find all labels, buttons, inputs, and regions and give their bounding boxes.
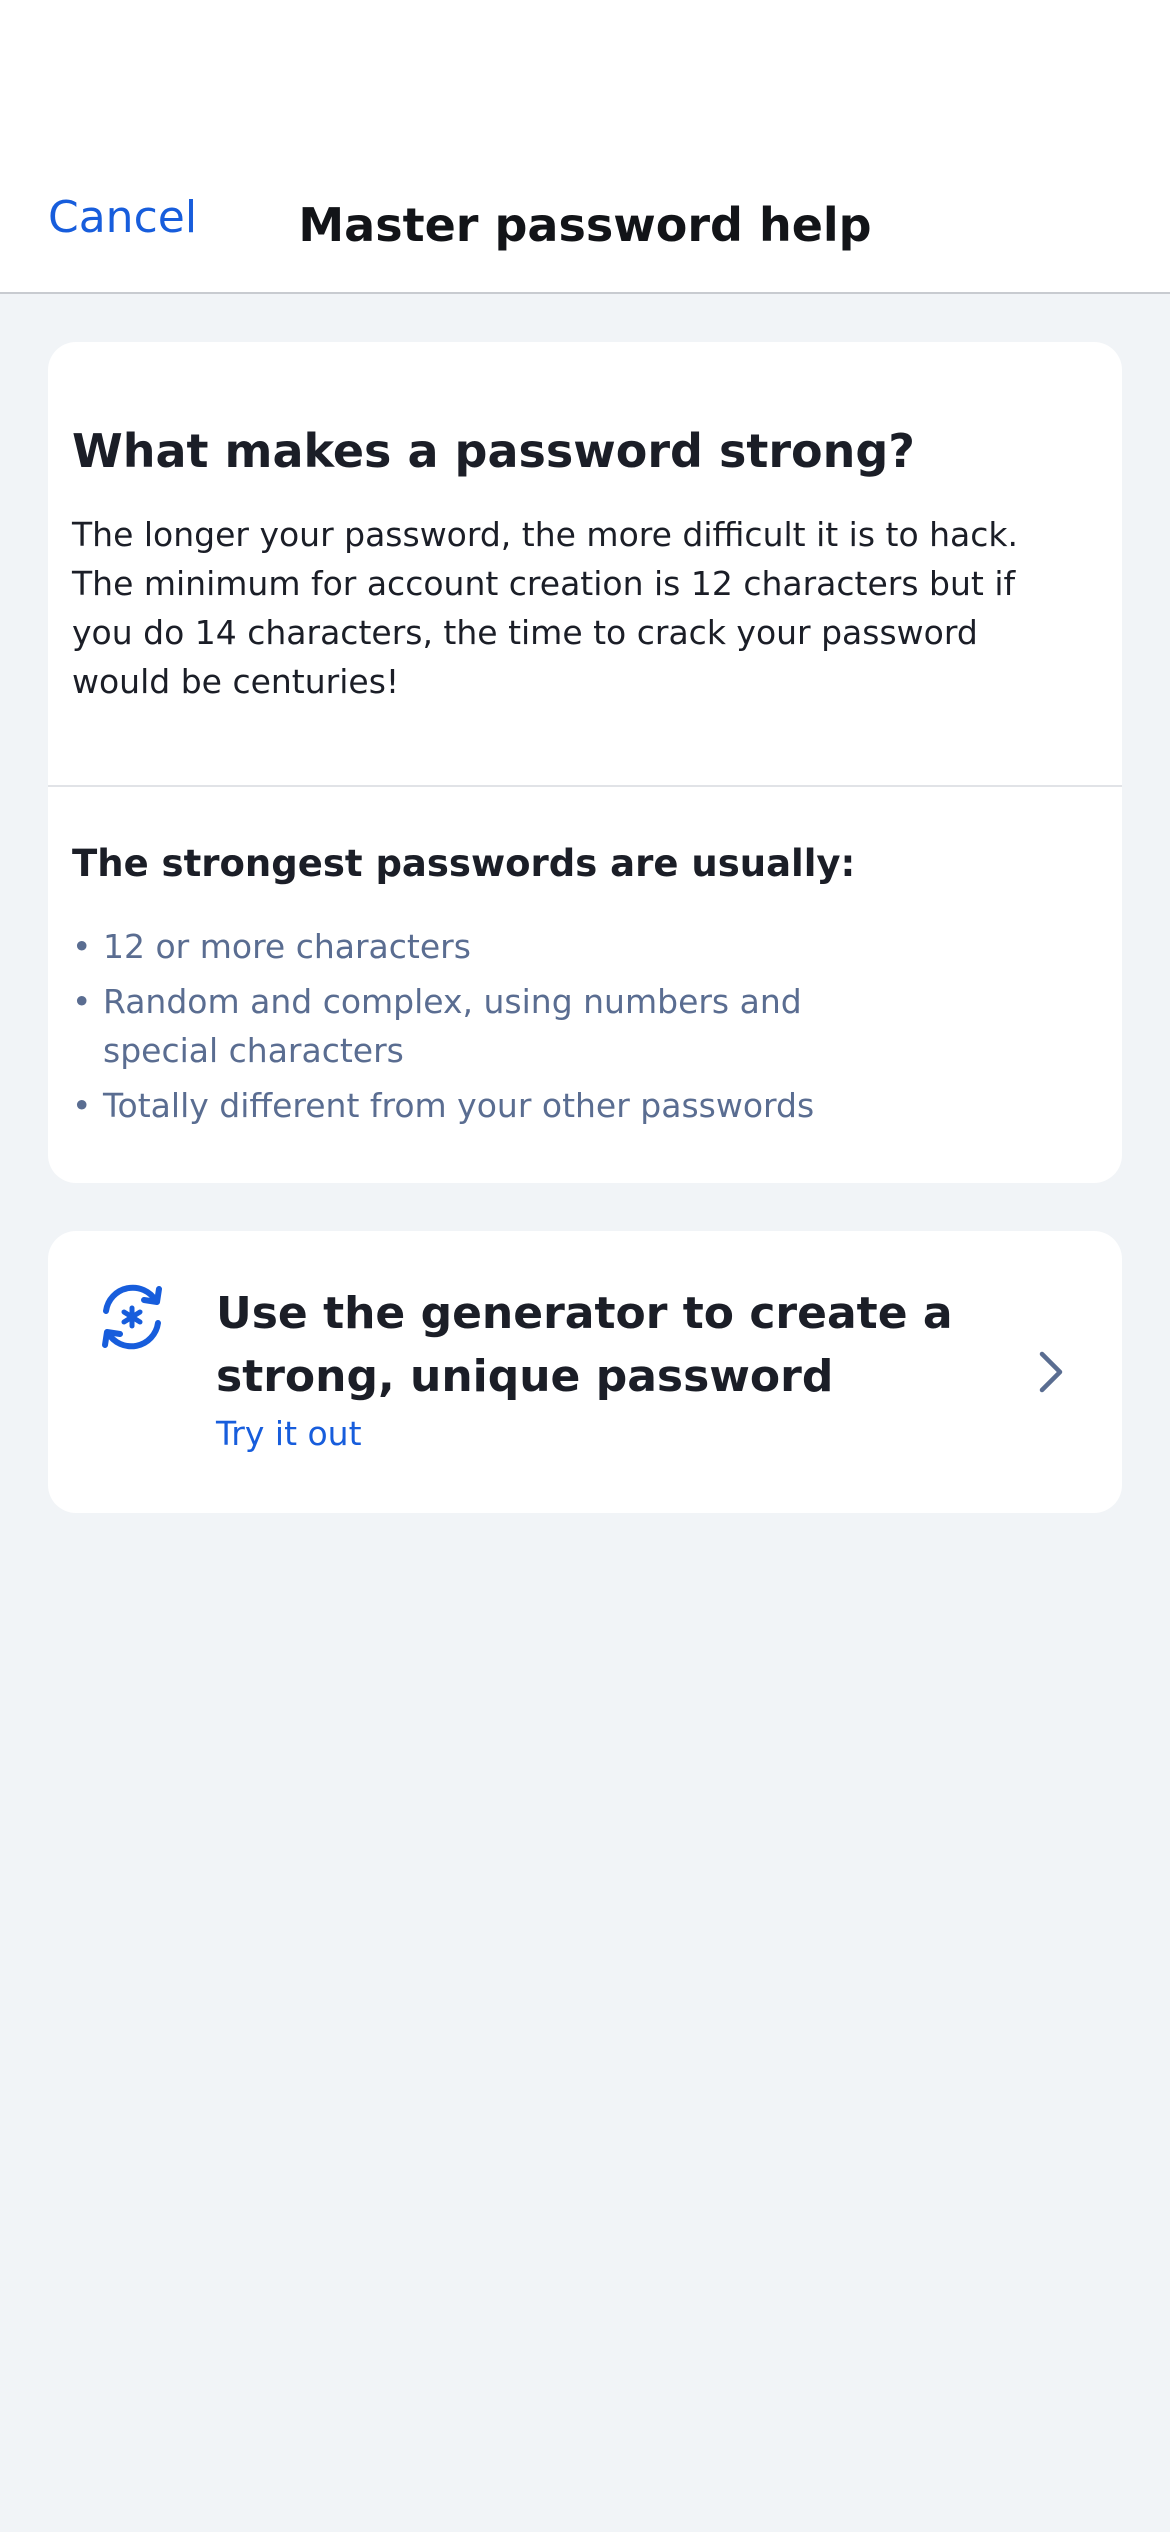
tip-text: 12 or more characters — [103, 927, 471, 966]
page-title: Master password help — [298, 198, 872, 252]
tips-list: • 12 or more characters • Random and compl… — [72, 922, 832, 1136]
try-it-out-link[interactable]: Try it out — [216, 1414, 362, 1454]
tip-text: Random and complex, using numbers and sp… — [103, 982, 802, 1070]
bullet-icon: • — [72, 1086, 92, 1125]
list-item: • Random and complex, using numbers and s… — [72, 977, 832, 1075]
strength-heading: What makes a password strong? — [72, 424, 915, 478]
bullet-icon: • — [72, 927, 92, 966]
generator-title: Use the generator to create a strong, un… — [216, 1288, 953, 1402]
tip-text: Totally different from your other passwo… — [103, 1086, 815, 1125]
chevron-right-icon — [1039, 1351, 1063, 1393]
strength-description: The longer your password, the more diffi… — [72, 515, 1019, 701]
list-item: • Totally different from your other passw… — [72, 1081, 832, 1130]
generator-refresh-icon — [102, 1284, 162, 1350]
bullet-icon: • — [72, 982, 92, 1021]
nav-header: Cancel Master password help — [0, 0, 1170, 294]
tips-heading: The strongest passwords are usually: — [72, 842, 856, 885]
list-item: • 12 or more characters — [72, 922, 832, 971]
card-divider — [48, 785, 1122, 787]
